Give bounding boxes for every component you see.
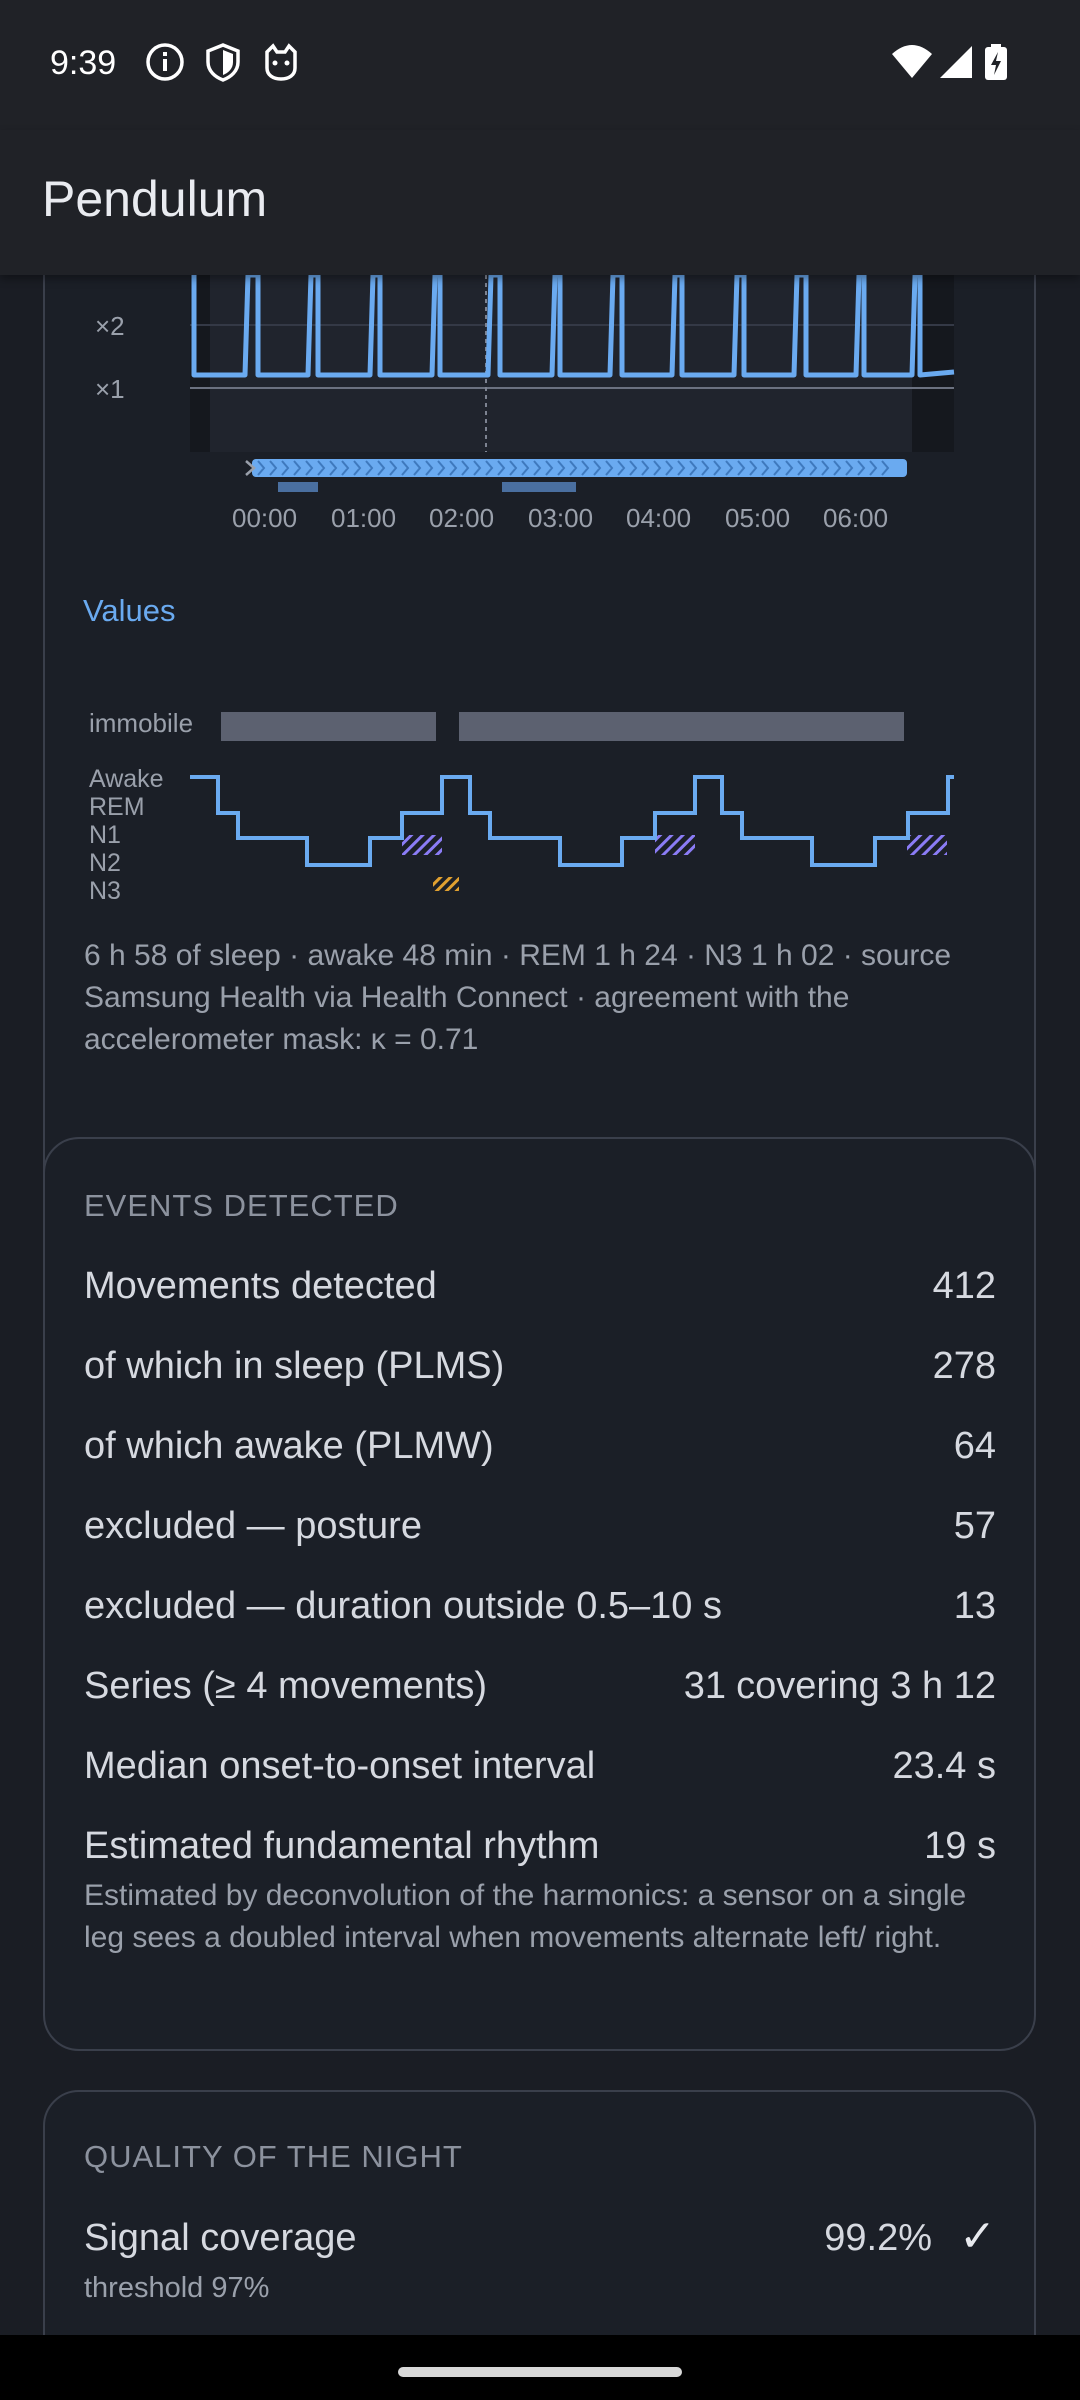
rhythm-note: Estimated by deconvolution of the harmon… — [84, 1879, 967, 1954]
stage-label-awake: Awake — [89, 765, 164, 793]
row-label: Series (≥ 4 movements) — [84, 1665, 488, 1707]
shield-icon — [206, 43, 240, 82]
home-gesture-handle[interactable] — [398, 2367, 682, 2377]
threshold-text: threshold 97% — [84, 2272, 270, 2304]
x-tick-0200: 02:00 — [429, 503, 494, 533]
y-tick-x2: ×2 — [95, 311, 125, 341]
y-tick-x1: ×1 — [95, 374, 125, 404]
timeline-segment-1 — [278, 482, 318, 492]
row-extra: covering 3 h 12 — [736, 1665, 996, 1707]
row-value: 13 — [953, 1585, 996, 1627]
row-label: of which in sleep (PLMS) — [84, 1345, 505, 1387]
x-tick-0400: 04:00 — [626, 503, 691, 533]
values-link[interactable]: Values — [83, 593, 176, 629]
x-tick-0100: 01:00 — [331, 503, 396, 533]
stage-label-rem: REM — [89, 793, 145, 821]
app-bar: Pendulum — [0, 130, 1080, 275]
row-value: 412 — [932, 1265, 996, 1307]
wifi-icon — [892, 45, 932, 78]
status-bar: 9:39 — [0, 0, 1080, 130]
row-value: 23.4 s — [892, 1745, 996, 1787]
row-label: Signal coverage — [84, 2217, 357, 2259]
timeline-bar — [252, 459, 907, 477]
immobile-bar-2 — [459, 712, 904, 741]
stage-label-n2: N2 — [89, 849, 121, 877]
hypnogram-line — [190, 775, 954, 867]
rem-hatch-3 — [907, 835, 947, 855]
row-value: 64 — [953, 1425, 996, 1467]
x-tick-0300: 03:00 — [528, 503, 593, 533]
events-heading: EVENTS DETECTED — [84, 1188, 399, 1223]
immobile-bar-1 — [221, 712, 436, 741]
x-tick-0500: 05:00 — [725, 503, 790, 533]
stage-label-n1: N1 — [89, 821, 121, 849]
rem-hatch-2 — [655, 835, 695, 855]
timeline-segment-2 — [502, 482, 576, 492]
sleep-summary-text: 6 h 58 of sleep · awake 48 min · REM 1 h… — [84, 939, 952, 1056]
row-label: excluded — posture — [84, 1505, 422, 1547]
row-label: excluded — duration outside 0.5–10 s — [84, 1585, 722, 1627]
row-label: of which awake (PLMW) — [84, 1425, 494, 1467]
status-time: 9:39 — [50, 44, 117, 82]
row-label: Movements detected — [84, 1265, 437, 1307]
rem-hatch-1 — [402, 835, 442, 855]
info-icon — [146, 43, 184, 81]
scroll-content[interactable]: ×2 ×1 00:00 01:00 02:00 03:00 04:00 05:0… — [0, 275, 1080, 2335]
row-label: Estimated fundamental rhythm — [84, 1825, 600, 1867]
app-title: Pendulum — [42, 171, 268, 227]
immobile-label: immobile — [89, 708, 193, 738]
stage-label-n3: N3 — [89, 877, 121, 905]
quality-heading: QUALITY OF THE NIGHT — [84, 2139, 463, 2174]
check-icon: ✓ — [959, 2212, 996, 2261]
row-value: 57 — [953, 1505, 996, 1547]
x-tick-0600: 06:00 — [823, 503, 888, 533]
battery-charging-icon — [985, 44, 1007, 80]
cat-icon — [265, 43, 297, 81]
row-value: 278 — [932, 1345, 996, 1387]
row-label: Median onset-to-onset interval — [84, 1745, 596, 1787]
row-value: 31 — [683, 1665, 726, 1707]
chart-plot-area — [190, 275, 954, 452]
row-value: 99.2% — [824, 2217, 932, 2259]
marker-hatch — [433, 877, 459, 891]
x-tick-0000: 00:00 — [232, 503, 297, 533]
signal-icon — [940, 46, 972, 78]
hypnogram-chart: immobile Awake REM N1 N2 N3 — [89, 708, 954, 905]
row-value: 19 s — [924, 1825, 996, 1867]
